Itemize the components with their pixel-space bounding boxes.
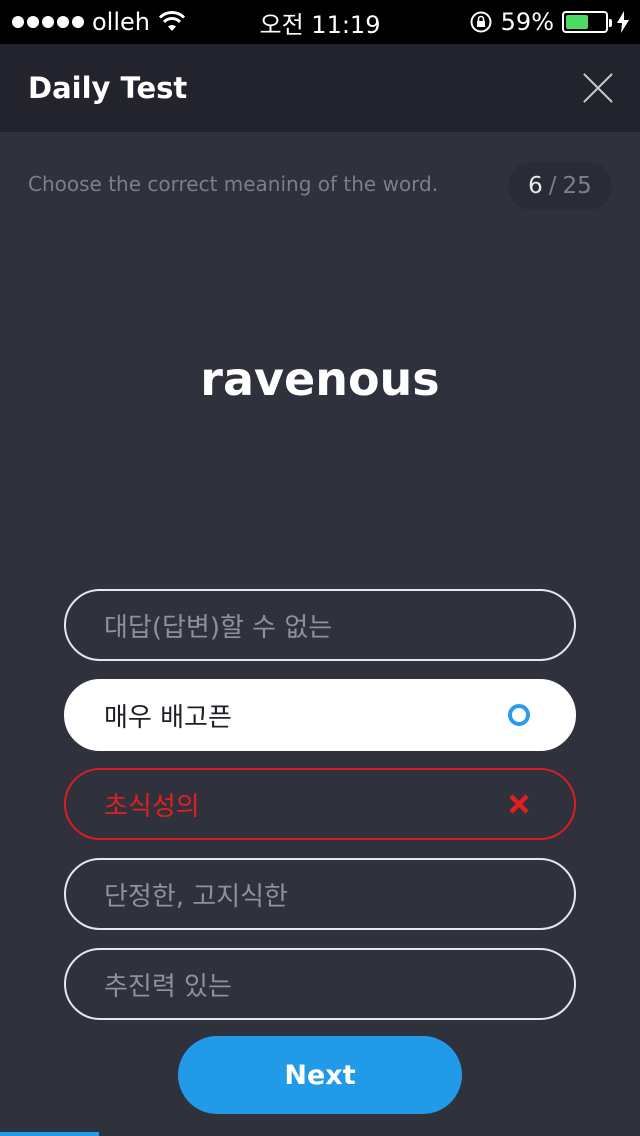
instruction-text: Choose the correct meaning of the word. bbox=[28, 172, 439, 196]
answer-option-label: 대답(답변)할 수 없는 bbox=[104, 612, 333, 643]
counter-current: 6 bbox=[528, 173, 543, 199]
answer-option-label: 추진력 있는 bbox=[104, 971, 232, 1002]
answer-option-1[interactable]: 대답(답변)할 수 없는 bbox=[64, 589, 576, 661]
header: Daily Test bbox=[0, 44, 640, 132]
answer-option-4[interactable]: 단정한, 고지식한 bbox=[64, 858, 576, 930]
answer-option-label: 초식성의 bbox=[104, 791, 200, 822]
progress-fill bbox=[0, 1132, 100, 1136]
counter-separator: / bbox=[548, 173, 557, 199]
page-title: Daily Test bbox=[28, 71, 188, 105]
answer-option-5[interactable]: 추진력 있는 bbox=[64, 948, 576, 1020]
next-button[interactable]: Next bbox=[178, 1036, 462, 1114]
progress-bar bbox=[0, 1132, 640, 1136]
answer-option-label: 매우 배고픈 bbox=[104, 702, 232, 733]
answer-option-3[interactable]: 초식성의 bbox=[64, 768, 576, 840]
status-right: 59% bbox=[469, 0, 630, 44]
question-counter: 6 / 25 bbox=[508, 162, 612, 210]
counter-total: 25 bbox=[562, 173, 592, 199]
answer-option-2[interactable]: 매우 배고픈 bbox=[64, 679, 576, 751]
close-button[interactable] bbox=[582, 72, 614, 104]
wrong-x-icon bbox=[509, 794, 529, 814]
charging-bolt-icon bbox=[617, 11, 629, 33]
status-bar: olleh 오전 11:19 59% bbox=[0, 0, 640, 44]
rotation-lock-icon bbox=[470, 11, 492, 33]
quiz-word: ravenous bbox=[200, 352, 440, 406]
battery-level bbox=[566, 15, 589, 29]
correct-circle-icon bbox=[508, 704, 530, 726]
battery-icon bbox=[562, 11, 612, 33]
answer-option-label: 단정한, 고지식한 bbox=[104, 881, 288, 912]
battery-percent: 59% bbox=[500, 8, 554, 36]
